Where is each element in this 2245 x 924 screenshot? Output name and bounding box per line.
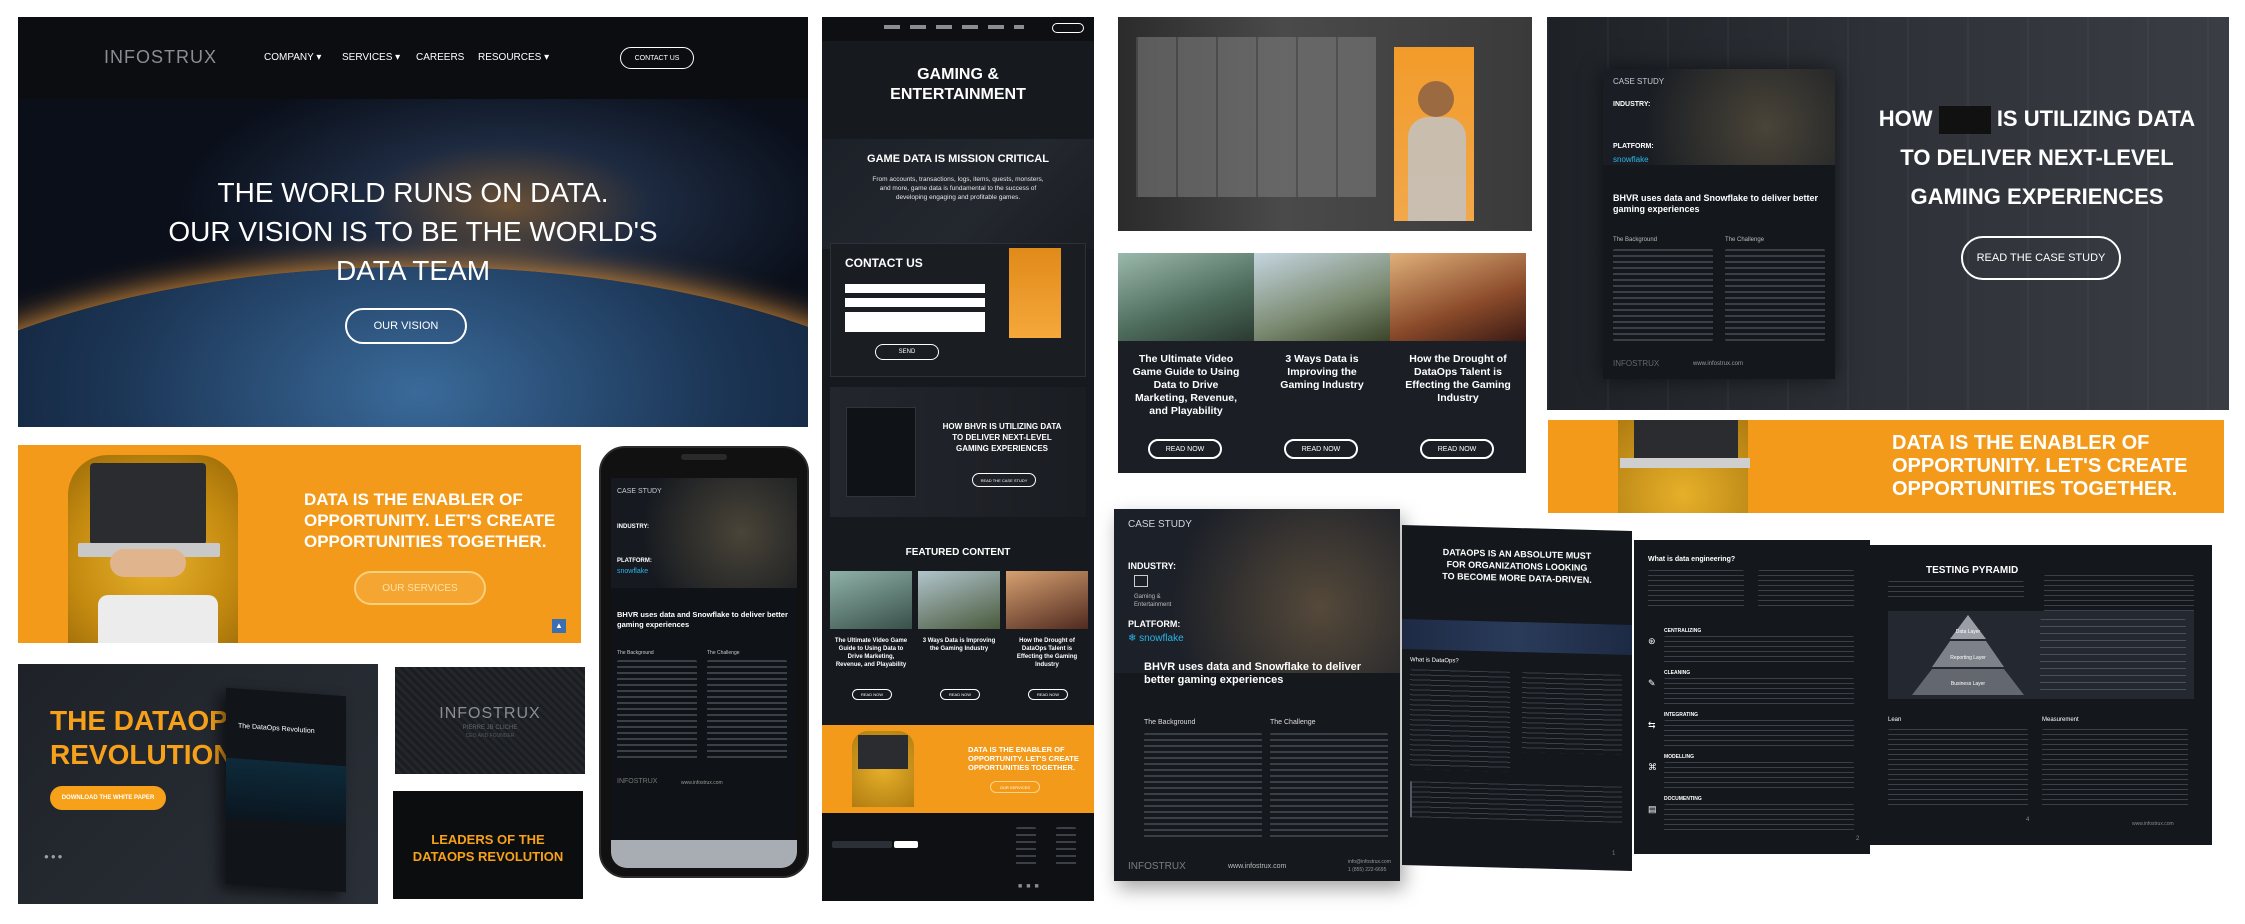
laptop xyxy=(90,463,206,545)
hero-page: INFOSTRUX COMPANY ▾ SERVICES ▾ CAREERS R… xyxy=(18,17,808,427)
tile-logo: INFOSTRUX xyxy=(439,705,541,722)
hero-headline: THE WORLD RUNS ON DATA. OUR VISION IS TO… xyxy=(168,177,658,286)
booklet-page-3: TESTING PYRAMID Data Layer Reporting Lay… xyxy=(1870,545,2212,845)
booklet-page-2: What is data engineering? CENTRALIZING C… xyxy=(1634,540,1870,854)
step-icon-2: ✎ xyxy=(1648,678,1656,688)
booklet-heading: DATAOPS IS AN ABSOLUTE MUST FOR ORGANIZA… xyxy=(1442,547,1592,585)
read-now-button-2[interactable]: READ NOW xyxy=(1284,439,1358,459)
scroll-top-icon[interactable]: ▲ xyxy=(552,619,566,633)
article-title-1: The Ultimate Video Game Guide to Using Dat… xyxy=(1132,353,1240,417)
send-button[interactable]: SEND xyxy=(875,344,939,360)
office-photo xyxy=(1118,17,1532,231)
read-now-button-3[interactable]: READ NOW xyxy=(1420,439,1494,459)
leaders-tile: LEADERS OF THE DATAOPS REVOLUTION xyxy=(393,791,583,899)
article-title-2: 3 Ways Data is Improving the Gaming Indust… xyxy=(1280,353,1364,391)
featured-heading: FEATURED CONTENT xyxy=(905,547,1011,558)
phone-notch xyxy=(681,454,727,460)
article-title-3: How the Drought of DataOps Talent is Effec… xyxy=(1405,353,1511,404)
gaming-our-services-button[interactable]: OUR SERVICES xyxy=(990,781,1040,793)
our-services-button[interactable]: OUR SERVICES xyxy=(354,571,486,605)
featured-thumb-3[interactable] xyxy=(1006,571,1088,629)
gaming-orange-banner: DATA IS THE ENABLER OF OPPORTUNITY. LET'… xyxy=(822,725,1094,813)
banner-2-text: DATA IS THE ENABLER OF OPPORTUNITY. LET'… xyxy=(1892,432,2188,500)
read-now-button-1[interactable]: READ NOW xyxy=(1148,439,1222,459)
contact-section: CONTACT US SEND xyxy=(830,243,1086,377)
step-icon-3: ⇆ xyxy=(1648,720,1656,730)
contact-us-button[interactable]: CONTACT US xyxy=(620,47,694,69)
our-vision-button[interactable]: OUR VISION xyxy=(345,308,467,344)
redacted-block xyxy=(1938,106,1991,135)
orange-banner: DATA IS THE ENABLER OF OPPORTUNITY. LET'… xyxy=(18,445,581,643)
whitepaper-book: The DataOps Revolution xyxy=(226,687,346,893)
case-banner-headline: HOW IS UTILIZING DATA TO DELIVER NEXT-LE… xyxy=(1878,106,2196,209)
gaming-contact-button[interactable] xyxy=(1052,23,1084,33)
featured-thumb-1[interactable] xyxy=(830,571,912,629)
logo-tile: INFOSTRUX PIERRE JB CLICHE CEO AND FOUND… xyxy=(395,667,585,774)
gaming-read-now-1[interactable]: READ NOW xyxy=(852,689,892,700)
article-cards: The Ultimate Video Game Guide to Using Dat… xyxy=(1118,253,1526,473)
phone-snowflake-logo: snowflake xyxy=(617,568,649,575)
step-icon-1: ⊛ xyxy=(1648,636,1656,646)
person-legs xyxy=(98,595,218,643)
gaming-landing-page: GAMING & ENTERTAINMENT GAME DATA IS MISS… xyxy=(822,17,1094,901)
site-logo[interactable]: INFOSTRUX xyxy=(104,47,217,68)
case-doc-preview: CASE STUDY INDUSTRY: PLATFORM: snowflake… xyxy=(1603,69,1835,379)
phone-bottom-bar xyxy=(611,840,797,868)
portfolio-collage: INFOSTRUX COMPANY ▾ SERVICES ▾ CAREERS R… xyxy=(0,0,2245,924)
gaming-footer: ■■■ xyxy=(822,813,1094,901)
leaders-text: LEADERS OF THE DATAOPS REVOLUTION xyxy=(412,832,564,864)
gaming-read-case-button[interactable]: READ THE CASE STUDY xyxy=(972,473,1036,487)
gaming-read-now-3[interactable]: READ NOW xyxy=(1028,689,1068,700)
dataops-title: THE DATAOPS REVOLUTION xyxy=(50,705,247,770)
article-thumb-3[interactable] xyxy=(1390,253,1526,341)
article-thumb-1[interactable] xyxy=(1118,253,1254,341)
step-icon-5: ▤ xyxy=(1648,804,1657,814)
contact-email-input[interactable] xyxy=(845,298,985,307)
gaming-read-now-2[interactable]: READ NOW xyxy=(940,689,980,700)
industry-icon xyxy=(1134,575,1148,587)
download-whitepaper-button[interactable]: DOWNLOAD THE WHITE PAPER xyxy=(50,786,166,810)
nav-company[interactable]: COMPANY ▾ xyxy=(264,52,321,63)
orange-banner-2: DATA IS THE ENABLER OF OPPORTUNITY. LET'… xyxy=(1548,420,2224,513)
how-bhvr-section: HOW BHVR IS UTILIZING DATA TO DELIVER NE… xyxy=(830,387,1086,517)
snowflake-logo: ❄ snowflake xyxy=(1128,633,1184,644)
banner-text: DATA IS THE ENABLER OF OPPORTUNITY. LET'… xyxy=(304,490,556,551)
earth-horizon xyxy=(18,267,808,427)
mission-heading: GAME DATA IS MISSION CRITICAL xyxy=(867,153,1049,165)
contact-photo xyxy=(1009,248,1061,338)
contact-name-input[interactable] xyxy=(845,284,985,293)
article-thumb-2[interactable] xyxy=(1254,253,1390,341)
nav-careers[interactable]: CAREERS xyxy=(416,52,464,63)
hands xyxy=(110,549,186,577)
case-study-document: CASE STUDY INDUSTRY: Gaming & Entertainm… xyxy=(1114,509,1400,881)
doc-headline: BHVR uses data and Snowflake to deliver … xyxy=(1144,661,1362,686)
phone-screen: CASE STUDY INDUSTRY: PLATFORM: snowflake… xyxy=(611,478,797,840)
case-study-banner: CASE STUDY INDUSTRY: PLATFORM: snowflake… xyxy=(1547,17,2229,410)
contact-message-input[interactable] xyxy=(845,312,985,332)
read-case-study-button[interactable]: READ THE CASE STUDY xyxy=(1961,236,2121,280)
gaming-title: GAMING & ENTERTAINMENT xyxy=(890,66,1026,103)
featured-thumb-2[interactable] xyxy=(918,571,1000,629)
person-figure xyxy=(1418,81,1454,117)
doc-case-label: CASE STUDY xyxy=(1128,519,1192,530)
phone-mockup: CASE STUDY INDUSTRY: PLATFORM: snowflake… xyxy=(599,446,809,878)
mission-body: From accounts, transactions, logs, items… xyxy=(872,176,1044,201)
nav-resources[interactable]: RESOURCES ▾ xyxy=(478,52,549,63)
nav-services[interactable]: SERVICES ▾ xyxy=(342,52,400,63)
step-icon-4: ⌘ xyxy=(1648,762,1657,772)
dataops-panel: THE DATAOPS REVOLUTION DOWNLOAD THE WHIT… xyxy=(18,664,378,904)
carousel-dots[interactable]: ●●● xyxy=(44,852,65,861)
social-icons[interactable]: ■■■ xyxy=(1018,883,1043,890)
phone-case-label: CASE STUDY xyxy=(617,488,662,495)
booklet-page-1: DATAOPS IS AN ABSOLUTE MUST FOR ORGANIZA… xyxy=(1402,524,1632,872)
